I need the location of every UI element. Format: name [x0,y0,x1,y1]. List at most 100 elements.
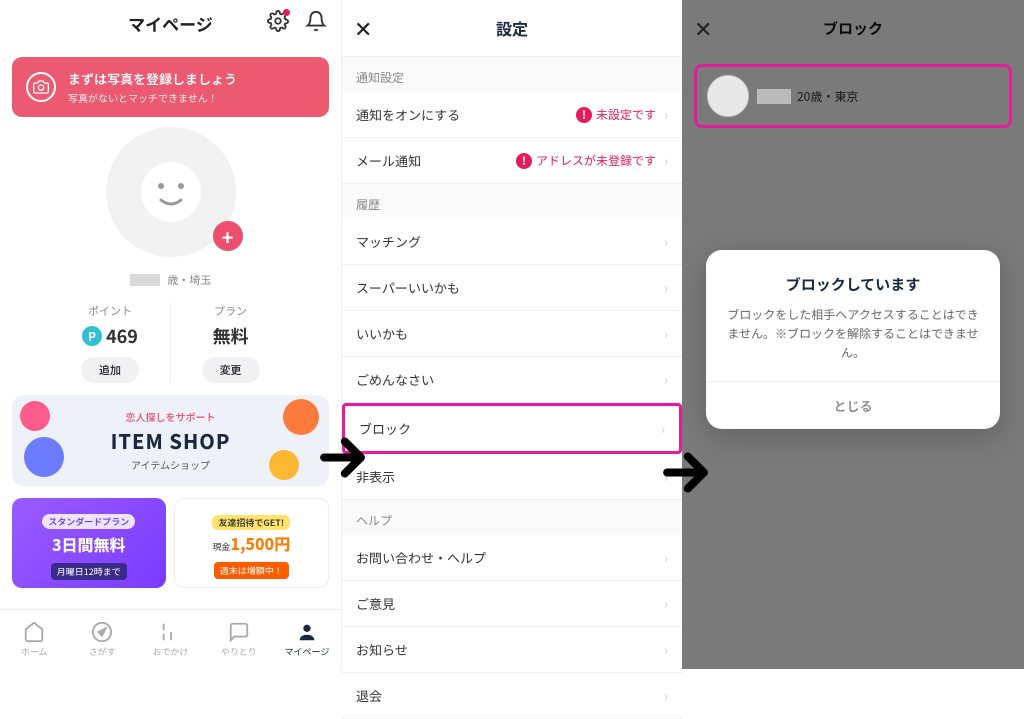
tab-search[interactable]: さがす [68,610,136,669]
item-label: ご意見 [356,594,395,613]
plan-value: 無料 [171,323,291,349]
chevron-right-icon: › [664,324,668,343]
modal-body: ブロックしています ブロックをした相手へアクセスすることはできません。※ブロック… [706,250,1000,381]
profile-meta: 歳・埼玉 [0,265,341,289]
points-badge-icon: P [82,326,102,346]
item-matching[interactable]: マッチング› [342,219,682,265]
item-block[interactable]: ブロック› [342,403,682,454]
section-help-header: ヘルプ [342,500,682,535]
notification-dot [283,9,290,16]
flow-arrow-icon [315,430,370,490]
item-label: お問い合わせ・ヘルプ [356,548,486,567]
item-label: お知らせ [356,640,408,659]
item-mail-notification[interactable]: メール通知 ! アドレスが未登録です › [342,138,682,184]
section-history-header: 履歴 [342,184,682,219]
promo2-badge: 友達招待でGET! [212,515,290,530]
settings-title: 設定 [496,16,528,40]
itemshop-title: ITEM SHOP [26,426,315,455]
warning-text: 未設定です [596,106,656,123]
profile-name-redacted [130,274,160,286]
tab-home[interactable]: ホーム [0,610,68,669]
blocked-user-row[interactable]: 20歳・東京 [694,64,1012,128]
promo2-title: 1,500円 [230,531,290,555]
chevron-right-icon: › [664,278,668,297]
camera-icon [26,72,56,102]
banner-title: まずは写真を登録しましょう [68,69,237,88]
promo2-sub: 週末は増額中！ [214,562,289,579]
item-label: マッチング [356,232,421,251]
settings-icon[interactable] [267,10,289,37]
chevron-right-icon: › [664,686,668,705]
chevron-right-icon: › [664,370,668,389]
chevron-right-icon: › [664,640,668,659]
item-label: 通知をオンにする [356,105,460,124]
item-label: スーパーいいかも [356,278,460,297]
mypage-panel: マイページ まずは写真を登録しましょう 写真がないとマッチできません！ + 歳・… [0,0,341,669]
warning-icon: ! [516,153,532,169]
tab-outing[interactable]: おでかけ [136,610,204,669]
item-notification-on[interactable]: 通知をオンにする ! 未設定です › [342,92,682,138]
promo-invite[interactable]: 友達招待でGET! 現金1,500円 週末は増額中！ [174,498,330,588]
profile-age-location: 歳・埼玉 [167,272,211,288]
tab-messages[interactable]: やりとり [205,610,273,669]
chevron-right-icon: › [664,548,668,567]
modal-close-button[interactable]: とじる [706,381,1000,429]
promo2-pre: 現金 [212,540,230,553]
itemshop-pretitle: 恋人探しをサポート [26,409,315,424]
banner-subtitle: 写真がないとマッチできません！ [68,90,237,105]
modal-text: ブロックをした相手へアクセスすることはできません。※ブロックを解除することはでき… [724,305,982,363]
chevron-right-icon: › [664,151,668,170]
block-header: ✕ ブロック [682,0,1024,56]
stat-plan: プラン 無料 変更 [171,303,291,383]
blocked-avatar [707,75,749,117]
modal-title: ブロックしています [724,274,982,295]
plan-label: プラン [171,303,291,319]
blocked-name-redacted [757,89,791,104]
promo1-badge: スタンダードプラン [42,514,135,529]
promo1-sub: 月曜日12時まで [51,563,127,580]
item-news[interactable]: お知らせ › [342,627,682,673]
promo-standard-plan[interactable]: スタンダードプラン 3日間無料 月曜日12時まで [12,498,166,588]
promo1-title: 3日間無料 [20,532,158,556]
item-super-like[interactable]: スーパーいいかも › [342,265,682,311]
avatar-container: + [0,127,341,257]
itemshop-card[interactable]: 恋人探しをサポート ITEM SHOP アイテムショップ [12,395,329,486]
item-sorry[interactable]: ごめんなさい› [342,357,682,403]
section-notify-header: 通知設定 [342,57,682,92]
tab-mypage[interactable]: マイページ [273,610,341,669]
item-help[interactable]: お問い合わせ・ヘルプ › [342,535,682,581]
close-icon[interactable]: ✕ [694,12,712,44]
decor-dot [269,450,299,480]
stat-points: ポイント P 469 追加 [51,303,171,383]
stats-row: ポイント P 469 追加 プラン 無料 変更 [0,303,341,383]
change-plan-button[interactable]: 変更 [202,357,260,383]
add-points-button[interactable]: 追加 [81,357,139,383]
banner-text: まずは写真を登録しましょう 写真がないとマッチできません！ [68,69,237,105]
mypage-header: マイページ [0,0,341,47]
chevron-right-icon: › [664,594,668,613]
chevron-right-icon: › [664,105,668,124]
bell-icon[interactable] [305,10,327,37]
item-hidden[interactable]: 非表示› [342,454,682,500]
decor-dot [283,399,319,435]
decor-dot [20,401,50,431]
warning-icon: ! [576,107,592,123]
item-feedback[interactable]: ご意見 › [342,581,682,627]
chevron-right-icon: › [661,419,665,438]
block-title: ブロック [823,18,883,39]
item-label: いいかも [356,324,408,343]
tab-bar: ホーム さがす おでかけ やりとり マイページ [0,609,341,669]
item-label: メール通知 [356,151,421,170]
settings-header: ✕ 設定 [342,0,682,57]
close-icon[interactable]: ✕ [354,12,372,44]
decor-dot [24,437,64,477]
item-label: 退会 [356,686,382,705]
page-title: マイページ [128,11,213,36]
add-photo-button[interactable]: + [213,221,243,251]
item-like[interactable]: いいかも › [342,311,682,357]
photo-banner[interactable]: まずは写真を登録しましょう 写真がないとマッチできません！ [12,57,329,117]
flow-arrow-icon [658,445,713,505]
blocked-user-meta: 20歳・東京 [797,88,858,105]
item-withdraw[interactable]: 退会 › [342,673,682,719]
points-value: P 469 [51,323,170,349]
